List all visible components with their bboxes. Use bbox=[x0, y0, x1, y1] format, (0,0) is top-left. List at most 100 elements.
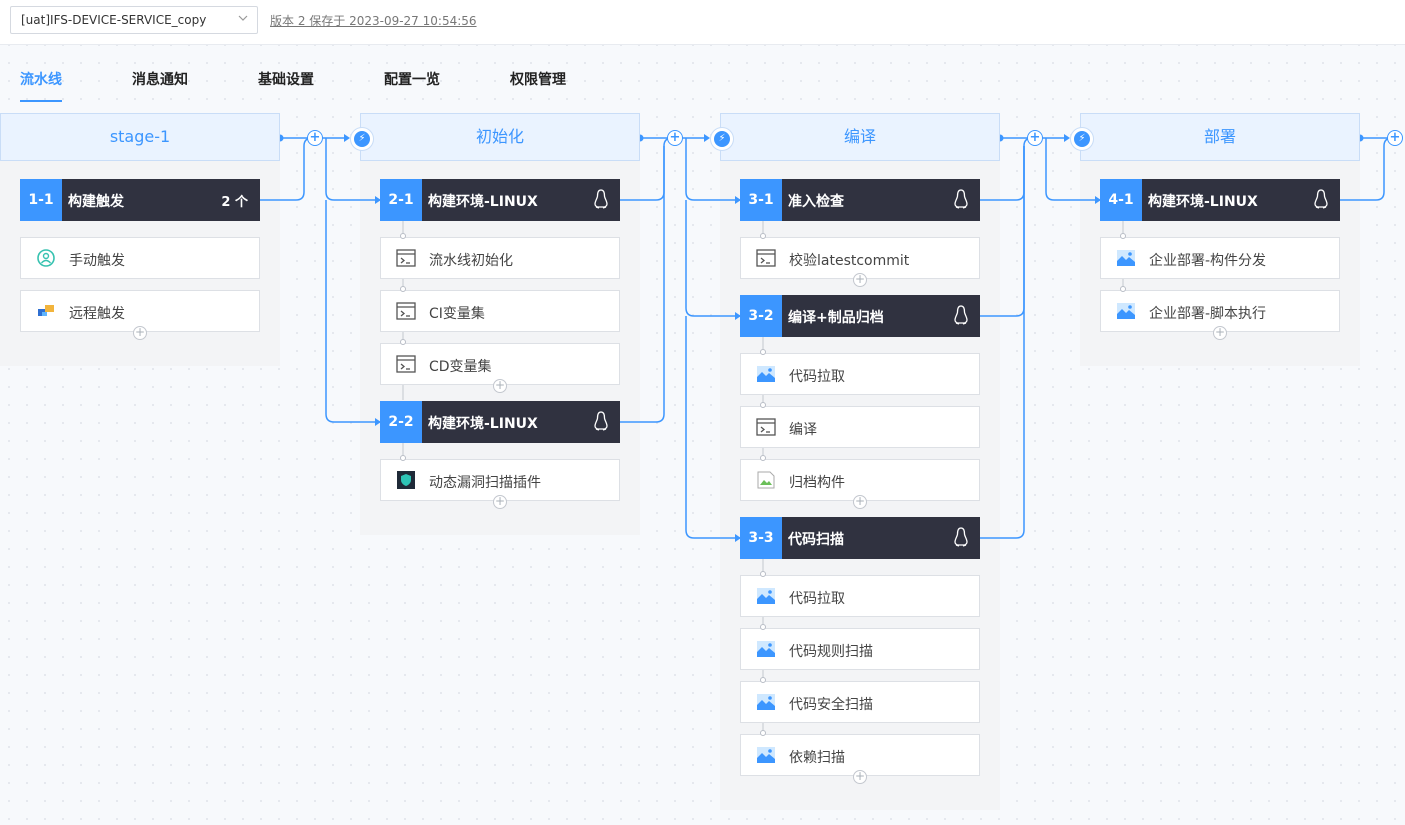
task-connector-dot bbox=[1120, 286, 1126, 292]
task-label: 代码拉取 bbox=[789, 369, 845, 385]
task-label: 企业部署-构件分发 bbox=[1149, 253, 1267, 269]
plugin-icon bbox=[757, 694, 775, 710]
tab-notifications[interactable]: 消息通知 bbox=[132, 69, 188, 89]
terminal-icon bbox=[756, 249, 776, 267]
add-task-button[interactable]: + bbox=[493, 495, 507, 509]
add-task-button[interactable]: + bbox=[853, 273, 867, 287]
task-item[interactable]: 流水线初始化 bbox=[380, 237, 620, 279]
job-card[interactable]: 3-2 编译+制品归档 bbox=[740, 295, 980, 337]
broken-image-icon bbox=[757, 471, 775, 489]
task-label: 归档构件 bbox=[789, 475, 845, 491]
add-stage-button[interactable]: + bbox=[1387, 130, 1403, 146]
plugin-icon bbox=[1117, 303, 1135, 319]
job-number: 3-3 bbox=[740, 517, 782, 559]
chevron-down-icon[interactable] bbox=[237, 12, 249, 27]
job-name: 构建环境-LINUX bbox=[428, 416, 538, 432]
manual-trigger-icon bbox=[37, 249, 55, 267]
active-tab-underline bbox=[20, 100, 62, 102]
stage-header-1[interactable]: stage-1 bbox=[0, 113, 280, 161]
job-number: 4-1 bbox=[1100, 179, 1142, 221]
terminal-icon bbox=[396, 249, 416, 267]
job-card[interactable]: 1-1 构建触发 2 个 bbox=[20, 179, 260, 221]
job-number: 3-1 bbox=[740, 179, 782, 221]
plugin-icon bbox=[1117, 250, 1135, 266]
top-bar: [uat]IFS-DEVICE-SERVICE_copy 版本 2 保存于 20… bbox=[0, 0, 1405, 45]
task-item[interactable]: CI变量集 bbox=[380, 290, 620, 332]
job-card[interactable]: 2-1 构建环境-LINUX bbox=[380, 179, 620, 221]
job-name: 构建触发 bbox=[68, 194, 124, 210]
stage-header-3[interactable]: 编译 bbox=[720, 113, 1000, 161]
plugin-icon bbox=[757, 747, 775, 763]
task-connector-dot bbox=[760, 455, 766, 461]
linux-icon bbox=[1314, 189, 1328, 209]
pipeline-select[interactable]: [uat]IFS-DEVICE-SERVICE_copy bbox=[10, 6, 258, 34]
job-number: 2-2 bbox=[380, 401, 422, 443]
task-item[interactable]: 代码规则扫描 bbox=[740, 628, 980, 670]
job-number: 2-1 bbox=[380, 179, 422, 221]
version-info-link[interactable]: 版本 2 保存于 2023-09-27 10:54:56 bbox=[270, 12, 477, 29]
main-tabs: 流水线 消息通知 基础设置 配置一览 权限管理 bbox=[0, 44, 1405, 104]
terminal-icon bbox=[396, 355, 416, 373]
pipeline-select-value: [uat]IFS-DEVICE-SERVICE_copy bbox=[21, 13, 207, 27]
job-card[interactable]: 3-1 准入检查 bbox=[740, 179, 980, 221]
tab-pipeline[interactable]: 流水线 bbox=[20, 69, 62, 89]
task-connector-dot bbox=[760, 402, 766, 408]
tab-config-overview[interactable]: 配置一览 bbox=[384, 69, 440, 89]
task-item[interactable]: 手动触发 bbox=[20, 237, 260, 279]
add-task-button[interactable]: + bbox=[853, 770, 867, 784]
job-number: 1-1 bbox=[20, 179, 62, 221]
job-number: 3-2 bbox=[740, 295, 782, 337]
stage-check-icon[interactable]: ⚡ bbox=[1070, 127, 1094, 151]
task-connector-dot bbox=[400, 455, 406, 461]
task-label: CI变量集 bbox=[429, 306, 485, 322]
tab-basic-settings[interactable]: 基础设置 bbox=[258, 69, 314, 89]
task-connector-dot bbox=[760, 677, 766, 683]
task-label: 企业部署-脚本执行 bbox=[1149, 306, 1267, 322]
add-stage-button[interactable]: + bbox=[307, 130, 323, 146]
stage-check-icon[interactable]: ⚡ bbox=[710, 127, 734, 151]
plugin-icon bbox=[757, 366, 775, 382]
task-label: 代码拉取 bbox=[789, 591, 845, 607]
task-label: 编译 bbox=[789, 422, 817, 438]
task-item[interactable]: 代码拉取 bbox=[740, 575, 980, 617]
task-item[interactable]: 编译 bbox=[740, 406, 980, 448]
job-card[interactable]: 3-3 代码扫描 bbox=[740, 517, 980, 559]
job-card[interactable]: 2-2 构建环境-LINUX bbox=[380, 401, 620, 443]
linux-icon bbox=[594, 411, 608, 431]
add-task-button[interactable]: + bbox=[133, 326, 147, 340]
task-connector-dot bbox=[400, 286, 406, 292]
add-task-button[interactable]: + bbox=[493, 379, 507, 393]
task-item[interactable]: 代码安全扫描 bbox=[740, 681, 980, 723]
job-count-badge: 2 个 bbox=[221, 195, 248, 210]
add-task-button[interactable]: + bbox=[1213, 326, 1227, 340]
stage-header-2[interactable]: 初始化 bbox=[360, 113, 640, 161]
task-connector-dot bbox=[760, 571, 766, 577]
job-name: 构建环境-LINUX bbox=[428, 194, 538, 210]
linux-icon bbox=[594, 189, 608, 209]
task-label: 手动触发 bbox=[69, 253, 125, 269]
task-item[interactable]: 企业部署-构件分发 bbox=[1100, 237, 1340, 279]
job-card[interactable]: 4-1 构建环境-LINUX bbox=[1100, 179, 1340, 221]
job-name: 构建环境-LINUX bbox=[1148, 194, 1258, 210]
job-name: 代码扫描 bbox=[788, 532, 844, 548]
task-connector-dot bbox=[400, 233, 406, 239]
add-stage-button[interactable]: + bbox=[667, 130, 683, 146]
add-stage-button[interactable]: + bbox=[1027, 130, 1043, 146]
task-label: 动态漏洞扫描插件 bbox=[429, 475, 541, 491]
linux-icon bbox=[954, 305, 968, 325]
job-name: 编译+制品归档 bbox=[788, 310, 884, 326]
tab-permissions[interactable]: 权限管理 bbox=[510, 69, 566, 89]
task-label: 代码规则扫描 bbox=[789, 644, 873, 660]
task-item[interactable]: 代码拉取 bbox=[740, 353, 980, 395]
task-label: CD变量集 bbox=[429, 359, 492, 375]
stage-check-icon[interactable]: ⚡ bbox=[350, 127, 374, 151]
stage-header-4[interactable]: 部署 bbox=[1080, 113, 1360, 161]
task-label: 代码安全扫描 bbox=[789, 697, 873, 713]
task-label: 校验latestcommit bbox=[789, 253, 910, 269]
remote-trigger-icon bbox=[38, 305, 54, 316]
task-label: 流水线初始化 bbox=[429, 253, 513, 269]
task-label: 依赖扫描 bbox=[789, 750, 845, 766]
add-task-button[interactable]: + bbox=[853, 495, 867, 509]
task-connector-dot bbox=[760, 624, 766, 630]
job-name: 准入检查 bbox=[788, 194, 844, 210]
